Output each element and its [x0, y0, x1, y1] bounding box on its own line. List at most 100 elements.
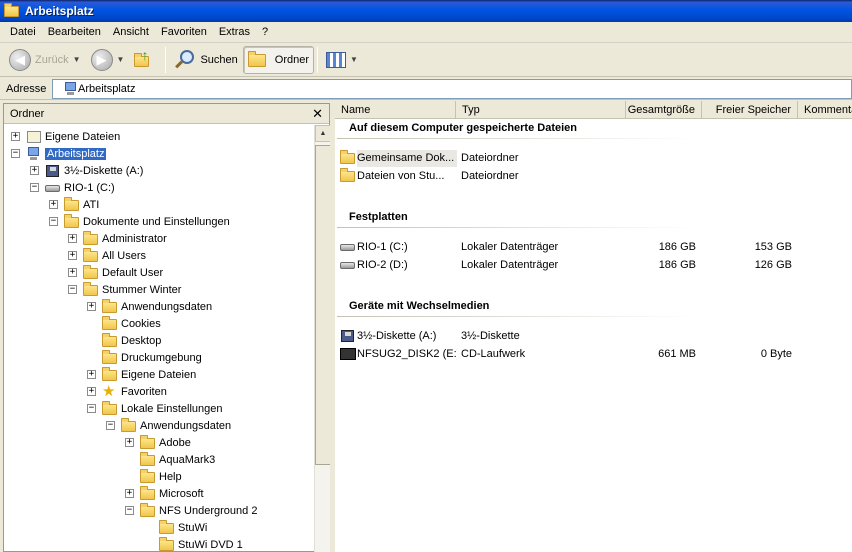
address-input[interactable]: Arbeitsplatz [52, 78, 852, 99]
folder-icon [159, 519, 175, 535]
file-list-item[interactable]: NFSUG2_DISK2 (E:) CD-Laufwerk 661 MB 0 Byte [335, 346, 805, 363]
cdrom-icon [340, 347, 356, 361]
tree-item[interactable]: − RIO-1 (C:) [30, 179, 115, 196]
expand-icon[interactable]: + [87, 302, 96, 311]
tree-item[interactable]: + Administrator [68, 230, 167, 247]
column-comment[interactable]: Kommenta [798, 101, 852, 119]
menu-datei[interactable]: Datei [4, 23, 42, 41]
scroll-up-icon[interactable]: ▲ [315, 125, 331, 142]
search-button[interactable]: Suchen [169, 46, 242, 74]
expand-icon[interactable]: + [30, 166, 39, 175]
tree-item[interactable]: − Dokumente und Einstellungen [49, 213, 230, 230]
search-label: Suchen [200, 53, 238, 66]
close-icon[interactable]: ✕ [312, 106, 323, 122]
toolbar-separator [165, 46, 167, 73]
collapse-icon[interactable]: − [30, 183, 39, 192]
tree-item[interactable]: + ATI [49, 196, 99, 213]
tree-item[interactable]: − Anwendungsdaten [106, 417, 231, 434]
tree-item[interactable]: − Arbeitsplatz [11, 145, 108, 162]
tree-item[interactable]: Druckumgebung [87, 349, 202, 366]
folders-button[interactable]: Ordner [242, 45, 315, 74]
expand-icon[interactable]: + [68, 268, 77, 277]
tree-item[interactable]: + ★ Favoriten [87, 383, 167, 400]
expand-icon[interactable]: + [49, 200, 58, 209]
collapse-icon[interactable]: − [106, 421, 115, 430]
folder-icon [64, 213, 80, 229]
tree-item-label: Stummer Winter [102, 283, 182, 296]
expand-icon[interactable]: + [68, 234, 77, 243]
tree-item-label: Cookies [121, 317, 161, 330]
collapse-icon[interactable]: − [68, 285, 77, 294]
folders-pane: Ordner ✕ + Eigene Dateien − Arbeitsplatz +3½… [3, 103, 331, 552]
tree-item-label: Lokale Einstellungen [121, 402, 223, 415]
scroll-thumb[interactable] [315, 145, 331, 465]
folder-tree: + Eigene Dateien − Arbeitsplatz +3½-Diskette… [4, 125, 313, 552]
menu-extras[interactable]: Extras [213, 23, 256, 41]
tree-item[interactable]: Desktop [87, 332, 161, 349]
tree-item[interactable]: +3½-Diskette (A:) [30, 162, 143, 179]
item-name: NFSUG2_DISK2 (E:) [357, 348, 457, 360]
expand-icon[interactable]: + [87, 387, 96, 396]
column-free-space[interactable]: Freier Speicher [702, 101, 798, 119]
file-list-item[interactable]: 3½-Diskette (A:) 3½-Diskette [335, 328, 805, 345]
column-name[interactable]: Name [335, 101, 456, 119]
tree-item[interactable]: − Stummer Winter [68, 281, 181, 298]
collapse-icon[interactable]: − [11, 149, 20, 158]
collapse-icon[interactable]: − [49, 217, 58, 226]
tree-item[interactable]: StuWi DVD 1 [144, 536, 243, 552]
tree-item[interactable]: + Eigene Dateien [11, 128, 120, 145]
tree-item-label: 3½-Diskette (A:) [64, 164, 144, 177]
vertical-scrollbar[interactable]: ▲ [314, 125, 331, 552]
chevron-down-icon[interactable]: ▼ [117, 55, 125, 64]
tree-item[interactable]: Help [125, 468, 182, 485]
tree-item[interactable]: AquaMark3 [125, 451, 215, 468]
chevron-down-icon[interactable]: ▼ [73, 55, 81, 64]
expand-icon[interactable]: + [68, 251, 77, 260]
forward-button[interactable]: ▶ ▼ [86, 46, 130, 74]
group-header: Auf diesem Computer gespeicherte Dateien [349, 122, 578, 134]
item-size: 186 GB [658, 259, 696, 271]
expand-icon[interactable]: + [125, 489, 134, 498]
column-total-size[interactable]: Gesamtgröße [626, 101, 702, 119]
file-list-item[interactable]: RIO-2 (D:) Lokaler Datenträger 186 GB 126 G… [335, 257, 805, 274]
tree-item[interactable]: + Anwendungsdaten [87, 298, 212, 315]
file-list-item[interactable]: Gemeinsame Dok... Dateiordner [335, 150, 805, 167]
file-list-item[interactable]: Dateien von Stu... Dateiordner [335, 168, 805, 185]
tree-item[interactable]: + Eigene Dateien [87, 366, 196, 383]
menu-help[interactable]: ? [256, 23, 274, 41]
back-button[interactable]: ◀ Zurück ▼ [4, 46, 86, 74]
tree-item-label: RIO-1 (C:) [64, 181, 115, 194]
window-title: Arbeitsplatz [25, 4, 94, 18]
item-type: CD-Laufwerk [461, 348, 526, 360]
tree-item[interactable]: − Lokale Einstellungen [87, 400, 223, 417]
expand-icon[interactable]: + [87, 370, 96, 379]
column-type[interactable]: Typ [456, 101, 626, 119]
tree-item[interactable]: + Adobe [125, 434, 191, 451]
folder-icon [121, 417, 137, 433]
folders-pane-title: Ordner [10, 107, 45, 120]
folder-icon [140, 434, 156, 450]
tree-item[interactable]: + Microsoft [125, 485, 204, 502]
collapse-icon[interactable]: − [87, 404, 96, 413]
group-divider [337, 138, 697, 139]
expand-icon[interactable]: + [11, 132, 20, 141]
menu-favoriten[interactable]: Favoriten [155, 23, 213, 41]
tree-item[interactable]: Cookies [87, 315, 161, 332]
menu-bearbeiten[interactable]: Bearbeiten [42, 23, 107, 41]
expand-icon[interactable]: + [125, 438, 134, 447]
chevron-down-icon[interactable]: ▼ [350, 55, 358, 64]
tree-item-label: Druckumgebung [121, 351, 202, 364]
title-bar: Arbeitsplatz [0, 0, 852, 22]
collapse-icon[interactable]: − [125, 506, 134, 515]
file-list-item[interactable]: RIO-1 (C:) Lokaler Datenträger 186 GB 153 G… [335, 239, 805, 256]
item-type: Dateiordner [461, 152, 519, 164]
tree-item[interactable]: StuWi [144, 519, 207, 536]
menu-ansicht[interactable]: Ansicht [107, 23, 155, 41]
views-button[interactable]: ▼ [321, 46, 363, 74]
folder-icon [340, 150, 356, 165]
tree-item[interactable]: + All Users [68, 247, 146, 264]
up-folder-button[interactable]: ↑ [129, 46, 162, 74]
tree-item[interactable]: − NFS Underground 2 [125, 502, 257, 519]
item-name: Gemeinsame Dok... [357, 150, 457, 167]
tree-item[interactable]: + Default User [68, 264, 163, 281]
